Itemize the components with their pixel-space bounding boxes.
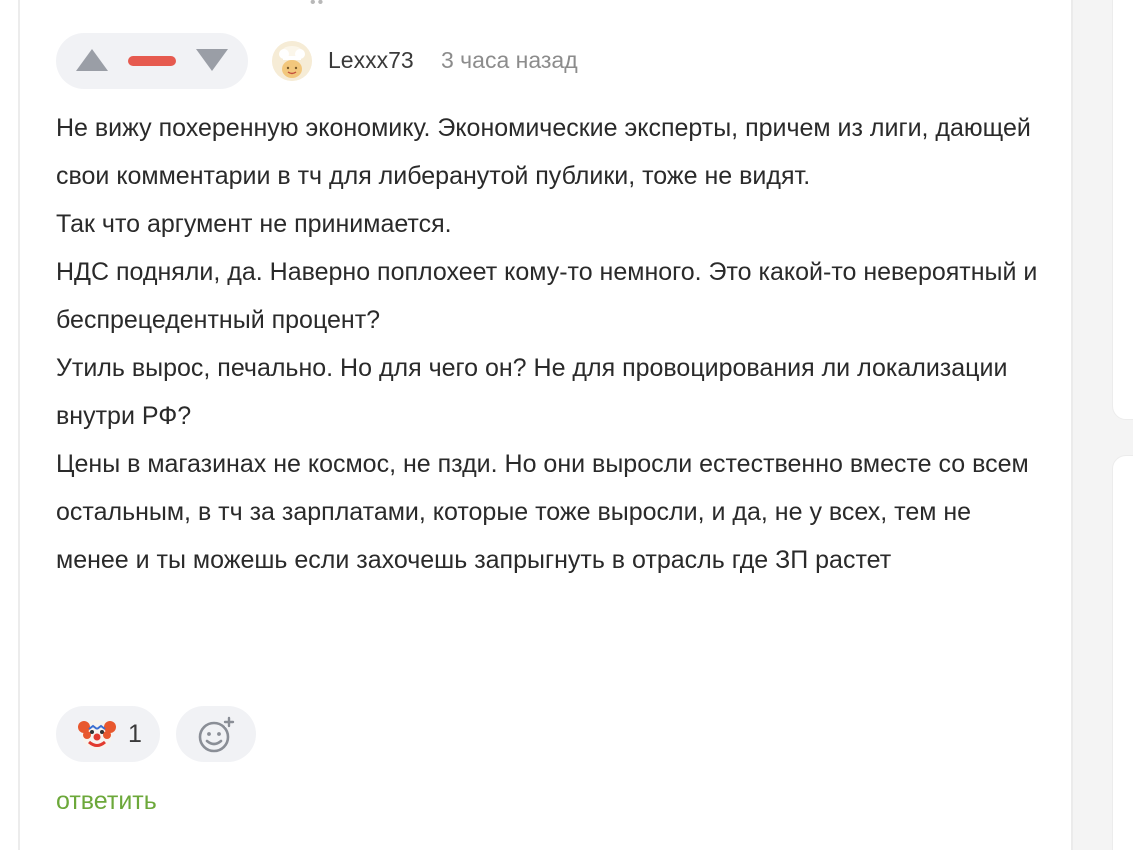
reaction-count: 1	[128, 720, 142, 748]
triangle-down-icon	[196, 49, 228, 71]
downvote-button[interactable]	[186, 33, 236, 89]
thread-indent-line	[18, 0, 20, 850]
add-reaction-button[interactable]	[176, 706, 256, 762]
comment-timestamp[interactable]: 3 часа назад	[441, 46, 578, 74]
add-reaction-smiley-icon	[198, 716, 235, 753]
comment-author[interactable]: Lexxx73	[328, 46, 414, 74]
clown-face-icon	[78, 720, 116, 750]
comment-paragraph: Цены в магазинах не космос, не пзди. Но …	[56, 450, 1029, 574]
vote-control	[56, 33, 248, 89]
comment-page: •• Lexxx73 3 часа назад Не вижу похеренн…	[0, 0, 1133, 850]
avatar[interactable]	[272, 41, 312, 81]
previous-comment-remnant: ••	[310, 0, 326, 11]
comment-text: Не вижу похеренную экономику. Экономичес…	[56, 104, 1046, 584]
reply-link[interactable]: ответить	[56, 786, 157, 816]
upvote-button[interactable]	[66, 33, 116, 89]
comment-paragraph: Так что аргумент не принимается.	[56, 210, 452, 238]
sidebar-card	[1112, 455, 1133, 850]
comment-paragraph: Не вижу похеренную экономику. Экономичес…	[56, 114, 1031, 190]
chef-avatar-icon	[272, 41, 312, 81]
rating-indicator	[128, 56, 176, 66]
comment-paragraph: НДС подняли, да. Наверно поплохеет кому-…	[56, 258, 1038, 334]
reaction-clown-button[interactable]	[56, 706, 160, 762]
sidebar-card	[1112, 0, 1133, 420]
triangle-up-icon	[76, 49, 108, 71]
comment-paragraph: Утиль вырос, печально. Но для чего он? Н…	[56, 354, 1008, 430]
